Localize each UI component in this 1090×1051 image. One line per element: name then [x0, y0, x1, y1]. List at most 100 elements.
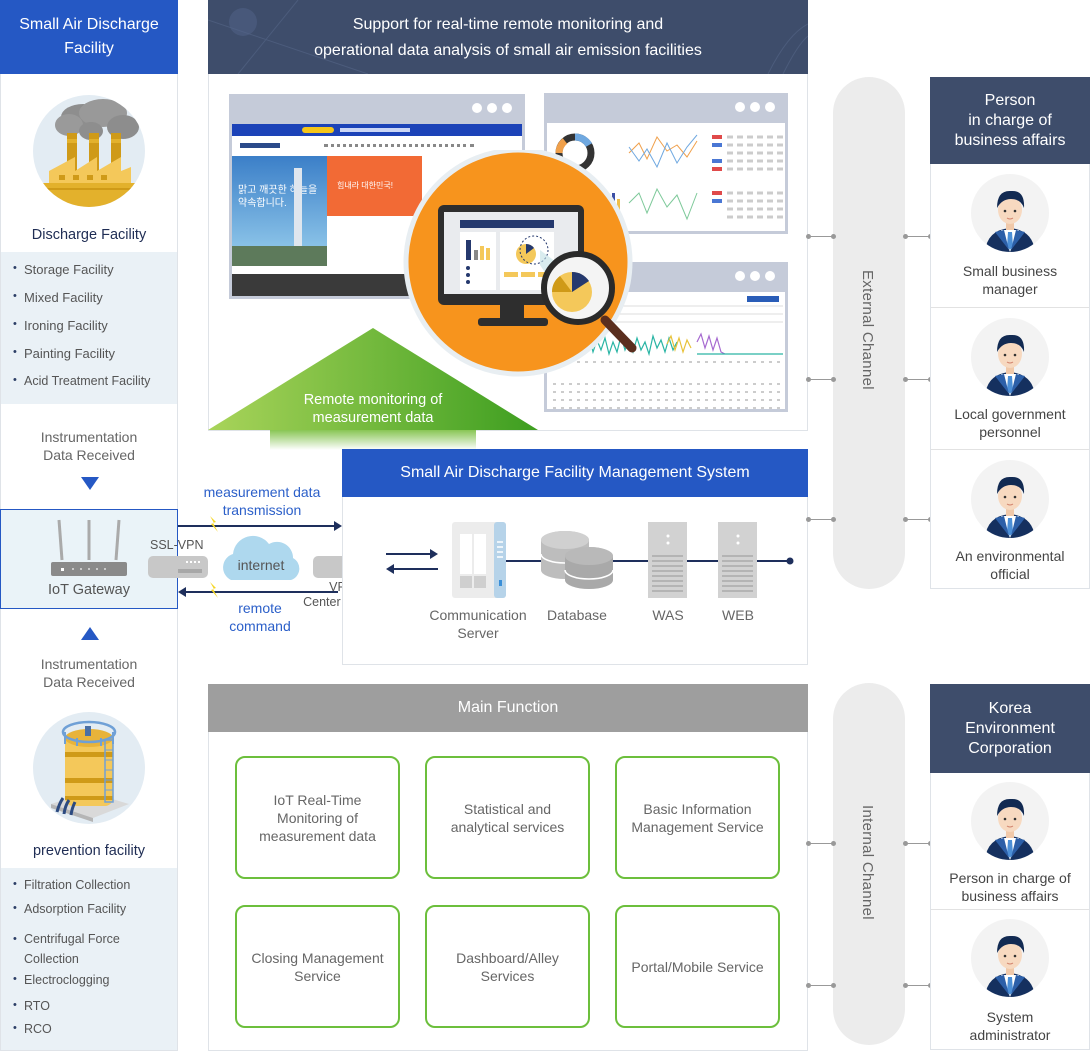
function-card-label: IoT Real-Time Monitoring of measurement …	[259, 791, 376, 844]
internal-channel: Internal Channel	[833, 683, 905, 1045]
person-label-line2: administrator	[969, 1027, 1051, 1043]
connector-line	[905, 379, 930, 380]
person-label-line2: personnel	[979, 424, 1041, 440]
database-icon	[540, 531, 614, 589]
remote-command-label: remote command	[210, 599, 310, 635]
left-panel-title: Small Air Discharge Facility	[19, 16, 159, 57]
connector-dot	[903, 983, 908, 988]
server-label-line1: Communication	[429, 607, 527, 623]
arrow-down-icon	[81, 477, 99, 490]
instrumentation-label: Instrumentation Data Received	[40, 429, 138, 463]
header-line3: Corporation	[968, 740, 1052, 757]
discharge-facility-title: Discharge Facility	[31, 227, 147, 243]
connector-dot	[806, 841, 811, 846]
left-panel-header: Small Air Discharge Facility	[0, 0, 178, 74]
list-item: Painting Facility	[13, 346, 177, 374]
list-item: Adsorption Facility	[13, 902, 177, 929]
connector-dot	[831, 234, 836, 239]
header-line2: in charge of	[968, 112, 1052, 129]
person-avatar-icon	[971, 174, 1049, 252]
list-item: Acid Treatment Facility	[13, 374, 177, 402]
function-card-closing-management[interactable]: Closing Management Service	[235, 905, 400, 1028]
server-label-line2: Server	[457, 625, 499, 641]
person-label: An environmental official	[931, 547, 1089, 583]
instrumentation-label: Instrumentation Data Received	[40, 656, 138, 690]
prevention-facility-list: Filtration Collection Adsorption Facilit…	[1, 868, 177, 1050]
person-avatar-icon	[971, 782, 1049, 860]
person-label-line1: Small business	[962, 263, 1058, 279]
portal-notice-bar	[232, 124, 522, 136]
monitoring-header-line1: Support for real-time remote monitoring …	[352, 16, 664, 33]
list-item: Ironing Facility	[13, 318, 177, 346]
connector-dot	[831, 841, 836, 846]
window-dots-icon	[735, 102, 775, 112]
was-server-icon	[648, 522, 687, 598]
monitoring-header-line2: operational data analysis of small air e…	[314, 42, 702, 59]
header-line1: Korea	[988, 700, 1032, 717]
remote-monitoring-label: Remote monitoring of measurement data	[208, 391, 538, 427]
function-card-iot-monitoring[interactable]: IoT Real-Time Monitoring of measurement …	[235, 756, 400, 879]
person-label-line2: manager	[982, 281, 1038, 297]
list-item: RCO	[13, 1022, 177, 1044]
list-item: Centrifugal Force Collection	[13, 929, 133, 973]
person-label-line2: business affairs	[961, 888, 1059, 904]
monitoring-panel-header: Support for real-time remote monitoring …	[208, 0, 808, 74]
router-icon	[51, 519, 127, 576]
connector-dot	[831, 983, 836, 988]
list-item: Storage Facility	[13, 262, 177, 290]
person-label-line1: Local government	[954, 406, 1066, 422]
header-line1: Person	[984, 92, 1036, 109]
portal-promo-text: 힘내라 대한민국!	[337, 181, 393, 190]
person-label-line1: Person in charge of	[949, 870, 1071, 886]
window-dots-icon	[735, 271, 775, 281]
web-server-icon	[718, 522, 757, 598]
was-label: WAS	[652, 607, 684, 623]
function-card-statistics[interactable]: Statistical and analytical services	[425, 756, 590, 879]
person-avatar-icon	[971, 919, 1049, 997]
portal-hero-sky: 맑고 깨끗한 하늘을 약속합니다.	[232, 156, 327, 266]
arrow-up-icon	[81, 627, 99, 640]
connector-line	[808, 843, 833, 844]
connector-dot	[806, 234, 811, 239]
list-item: Filtration Collection	[13, 878, 177, 902]
person-label: System administrator	[931, 1008, 1089, 1044]
function-card-basic-info[interactable]: Basic Information Management Service	[615, 756, 780, 879]
function-card-dashboard[interactable]: Dashboard/Alley Services	[425, 905, 590, 1028]
header-line2: Environment	[965, 720, 1055, 737]
connector-dot	[806, 377, 811, 382]
upload-label-line1: measurement data	[203, 484, 321, 500]
web-label: WEB	[722, 607, 754, 623]
person-label-line1: An environmental	[955, 548, 1065, 564]
communication-server-label: Communication Server	[418, 606, 538, 642]
list-item: RTO	[13, 999, 177, 1022]
person-label: Local government personnel	[931, 405, 1089, 441]
connector-dot	[831, 517, 836, 522]
connector-line	[905, 843, 930, 844]
remote-monitoring-label-line1: Remote monitoring of	[303, 392, 443, 408]
window-titlebar	[547, 93, 785, 123]
connector-line	[905, 519, 930, 520]
function-card-portal-mobile[interactable]: Portal/Mobile Service	[615, 905, 780, 1028]
iot-gateway-label: IoT Gateway	[48, 582, 130, 598]
person-avatar-icon	[971, 460, 1049, 538]
external-channel: External Channel	[833, 77, 905, 589]
window-titlebar	[232, 94, 522, 124]
connector-dot	[903, 841, 908, 846]
connector-dot	[806, 517, 811, 522]
connector-dot	[806, 983, 811, 988]
header-line3: business affairs	[954, 132, 1066, 149]
function-card-label: Dashboard/Alley Services	[456, 949, 559, 984]
external-channel-label: External Channel	[859, 270, 876, 390]
storage-tank-icon	[33, 712, 145, 824]
person-label: Person in charge of business affairs	[931, 869, 1089, 905]
connector-line	[808, 985, 833, 986]
monitoring-magnifier-icon	[403, 150, 637, 377]
person-label-line1: System	[986, 1009, 1034, 1025]
connector-dot	[831, 377, 836, 382]
command-label-line1: remote	[238, 600, 282, 616]
lightning-icon	[210, 582, 218, 598]
lightning-icon	[210, 516, 218, 532]
internal-channel-label: Internal Channel	[859, 805, 876, 920]
korea-environment-corporation-header: Korea Environment Corporation	[930, 684, 1090, 773]
business-affairs-header: Person in charge of business affairs	[930, 77, 1090, 164]
